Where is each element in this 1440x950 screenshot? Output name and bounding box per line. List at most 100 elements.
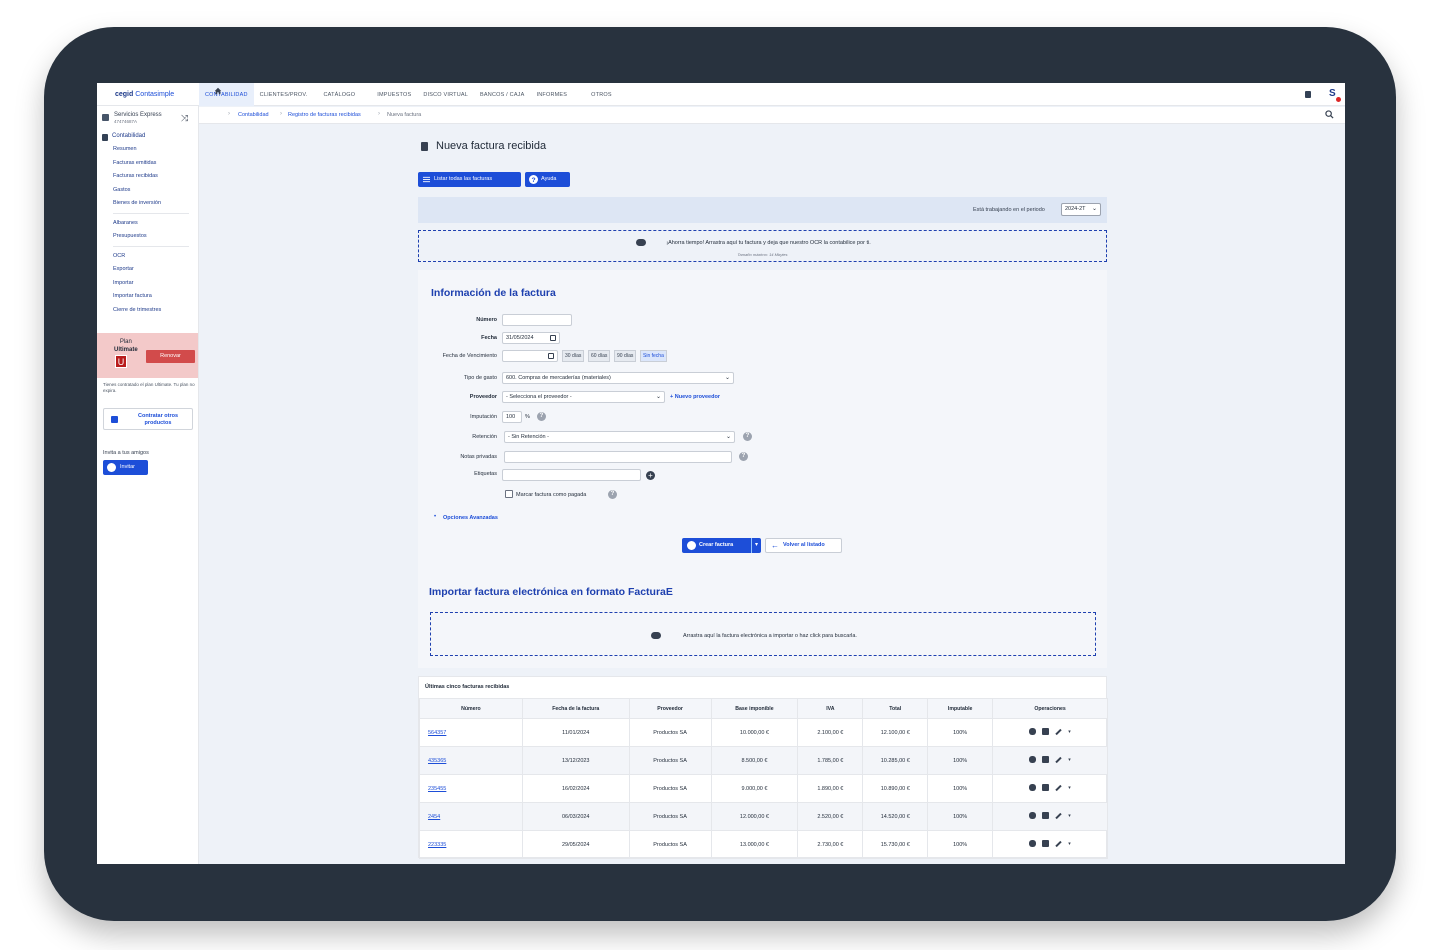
- advanced-options-link[interactable]: Opciones Avanzadas: [443, 515, 498, 521]
- efactura-dropzone[interactable]: Arrastra aquí la factura electrónica a i…: [430, 612, 1096, 656]
- home-icon[interactable]: [214, 87, 222, 95]
- renew-button[interactable]: Renovar: [146, 350, 195, 363]
- edit-icon[interactable]: [1055, 756, 1062, 763]
- due-sin-fecha[interactable]: Sin fecha: [640, 350, 667, 362]
- add-tag-icon[interactable]: +: [646, 471, 655, 480]
- edit-icon[interactable]: [1055, 840, 1062, 847]
- database-icon[interactable]: [1029, 840, 1037, 847]
- invite-button[interactable]: Invitar: [103, 460, 148, 475]
- contract-products-button[interactable]: Contratar otros productos: [103, 408, 193, 430]
- column-header[interactable]: Proveedor: [628, 698, 712, 719]
- sidebar-item-facturas-recibidas[interactable]: Facturas recibidas: [113, 173, 158, 179]
- ocr-dropzone[interactable]: ¡Ahorra tiempo! Arrastra aquí tu factura…: [418, 230, 1107, 262]
- column-header[interactable]: Número: [419, 698, 523, 719]
- tab-bancos-caja[interactable]: BANCOS / CAJA: [474, 83, 530, 106]
- breadcrumb-bar: [199, 107, 1345, 124]
- pdf-icon[interactable]: [1042, 840, 1050, 847]
- tab-disco-virtual[interactable]: DISCO VIRTUAL: [417, 83, 474, 106]
- sidebar-item-gastos[interactable]: Gastos: [113, 187, 130, 193]
- more-options-icon[interactable]: ▾: [1068, 757, 1071, 763]
- column-header[interactable]: Imputable: [927, 698, 994, 719]
- sidebar-item-ocr[interactable]: OCR: [113, 253, 125, 259]
- tipo-gasto-select[interactable]: 600. Compras de mercaderías (materiales)…: [502, 372, 734, 384]
- help-button[interactable]: ? Ayuda: [525, 172, 570, 187]
- period-select[interactable]: 2024-2T ⌄: [1061, 203, 1101, 216]
- calendar-icon[interactable]: [550, 335, 556, 341]
- more-options-icon[interactable]: ▾: [1068, 813, 1071, 819]
- fecha-input[interactable]: 31/05/2024: [502, 332, 560, 344]
- tab-impuestos[interactable]: IMPUESTOS: [371, 83, 417, 106]
- breadcrumb-contabilidad[interactable]: Contabilidad: [238, 112, 269, 118]
- invoice-number-link[interactable]: 564357: [428, 730, 446, 736]
- pagada-checkbox[interactable]: [505, 490, 513, 498]
- switch-company-icon[interactable]: ⤨: [181, 113, 188, 124]
- retencion-select[interactable]: - Sin Retención - ⌄: [504, 431, 735, 443]
- sidebar-item-presupuestos[interactable]: Presupuestos: [113, 233, 147, 239]
- invoice-number-link[interactable]: 235455: [428, 786, 446, 792]
- tab-catalogo[interactable]: CATÁLOGO: [317, 83, 361, 106]
- tab-informes[interactable]: INFORMES: [531, 83, 574, 106]
- invoice-form-panel: Información de la factura Número Fecha 3…: [418, 270, 1107, 668]
- column-header[interactable]: Fecha de la factura: [521, 698, 630, 719]
- chevron-down-icon: ⌄: [725, 434, 731, 440]
- invoice-number-link[interactable]: 2454: [428, 814, 440, 820]
- notas-input[interactable]: [504, 451, 732, 463]
- calendar-icon[interactable]: [548, 353, 554, 359]
- vencimiento-input[interactable]: [502, 350, 558, 362]
- numero-input[interactable]: [502, 314, 572, 326]
- breadcrumb-registro[interactable]: Registro de facturas recibidas: [288, 112, 361, 118]
- column-header[interactable]: IVA: [797, 698, 864, 719]
- new-provider-link[interactable]: + Nuevo proveedor: [670, 394, 720, 400]
- help-icon[interactable]: ?: [608, 490, 617, 499]
- create-options-dropdown[interactable]: ▾: [751, 538, 761, 553]
- pdf-icon[interactable]: [1042, 784, 1050, 791]
- pdf-icon[interactable]: [1042, 812, 1050, 819]
- help-icon[interactable]: ?: [537, 412, 546, 421]
- help-icon[interactable]: ?: [739, 452, 748, 461]
- invoice-number-link[interactable]: 435365: [428, 758, 446, 764]
- tab-contabilidad[interactable]: CONTABILIDAD: [199, 83, 254, 106]
- more-options-icon[interactable]: ▾: [1068, 785, 1071, 791]
- list-invoices-button[interactable]: Listar todas las facturas: [418, 172, 521, 187]
- pdf-icon[interactable]: [1042, 728, 1050, 735]
- user-avatar[interactable]: S: [1329, 88, 1336, 99]
- edit-icon[interactable]: [1055, 784, 1062, 791]
- due-60-days[interactable]: 60 días: [588, 350, 611, 362]
- due-90-days[interactable]: 90 días: [614, 350, 637, 362]
- invoice-number-link[interactable]: 223335: [428, 842, 446, 848]
- sidebar-item-resumen[interactable]: Resumen: [113, 146, 137, 152]
- database-icon[interactable]: [1029, 728, 1037, 735]
- table-cell: 29/05/2024: [521, 830, 630, 859]
- pdf-icon[interactable]: [1042, 756, 1050, 763]
- sidebar-section-title[interactable]: Contabilidad: [112, 133, 145, 139]
- edit-icon[interactable]: [1055, 812, 1062, 819]
- edit-icon[interactable]: [1055, 728, 1062, 735]
- sidebar-item-facturas-emitidas[interactable]: Facturas emitidas: [113, 160, 156, 166]
- database-icon[interactable]: [1029, 756, 1037, 763]
- more-options-icon[interactable]: ▾: [1068, 729, 1071, 735]
- column-header[interactable]: Total: [862, 698, 929, 719]
- notes-icon[interactable]: [1305, 91, 1311, 98]
- brand-logo[interactable]: cegid Contasimple: [115, 91, 174, 98]
- sidebar-item-importar[interactable]: Importar: [113, 280, 133, 286]
- due-30-days[interactable]: 30 días: [562, 350, 585, 362]
- sidebar-item-exportar[interactable]: Exportar: [113, 266, 134, 272]
- tab-clientes[interactable]: CLIENTES/PROV.: [254, 83, 314, 106]
- sidebar-item-importar-factura[interactable]: Importar factura: [113, 293, 152, 299]
- sidebar-item-albaranes[interactable]: Albaranes: [113, 220, 138, 226]
- column-header[interactable]: Base imponible: [710, 698, 799, 719]
- database-icon[interactable]: [1029, 784, 1037, 791]
- database-icon[interactable]: [1029, 812, 1037, 819]
- back-to-list-button[interactable]: ← Volver al listado: [765, 538, 842, 553]
- sidebar-item-cierre[interactable]: Cierre de trimestres: [113, 307, 161, 313]
- etiquetas-input[interactable]: [502, 469, 641, 481]
- tab-otros[interactable]: OTROS: [585, 83, 618, 106]
- help-icon[interactable]: ?: [743, 432, 752, 441]
- search-icon[interactable]: [1325, 110, 1334, 119]
- create-invoice-button[interactable]: Crear factura ▾: [682, 538, 761, 553]
- company-name[interactable]: Servicios Express: [114, 112, 162, 118]
- imputacion-input[interactable]: 100: [502, 411, 522, 423]
- sidebar-item-bienes[interactable]: Bienes de inversión: [113, 200, 161, 206]
- proveedor-select[interactable]: - Selecciona el proveedor - ⌄: [502, 391, 665, 403]
- more-options-icon[interactable]: ▾: [1068, 841, 1071, 847]
